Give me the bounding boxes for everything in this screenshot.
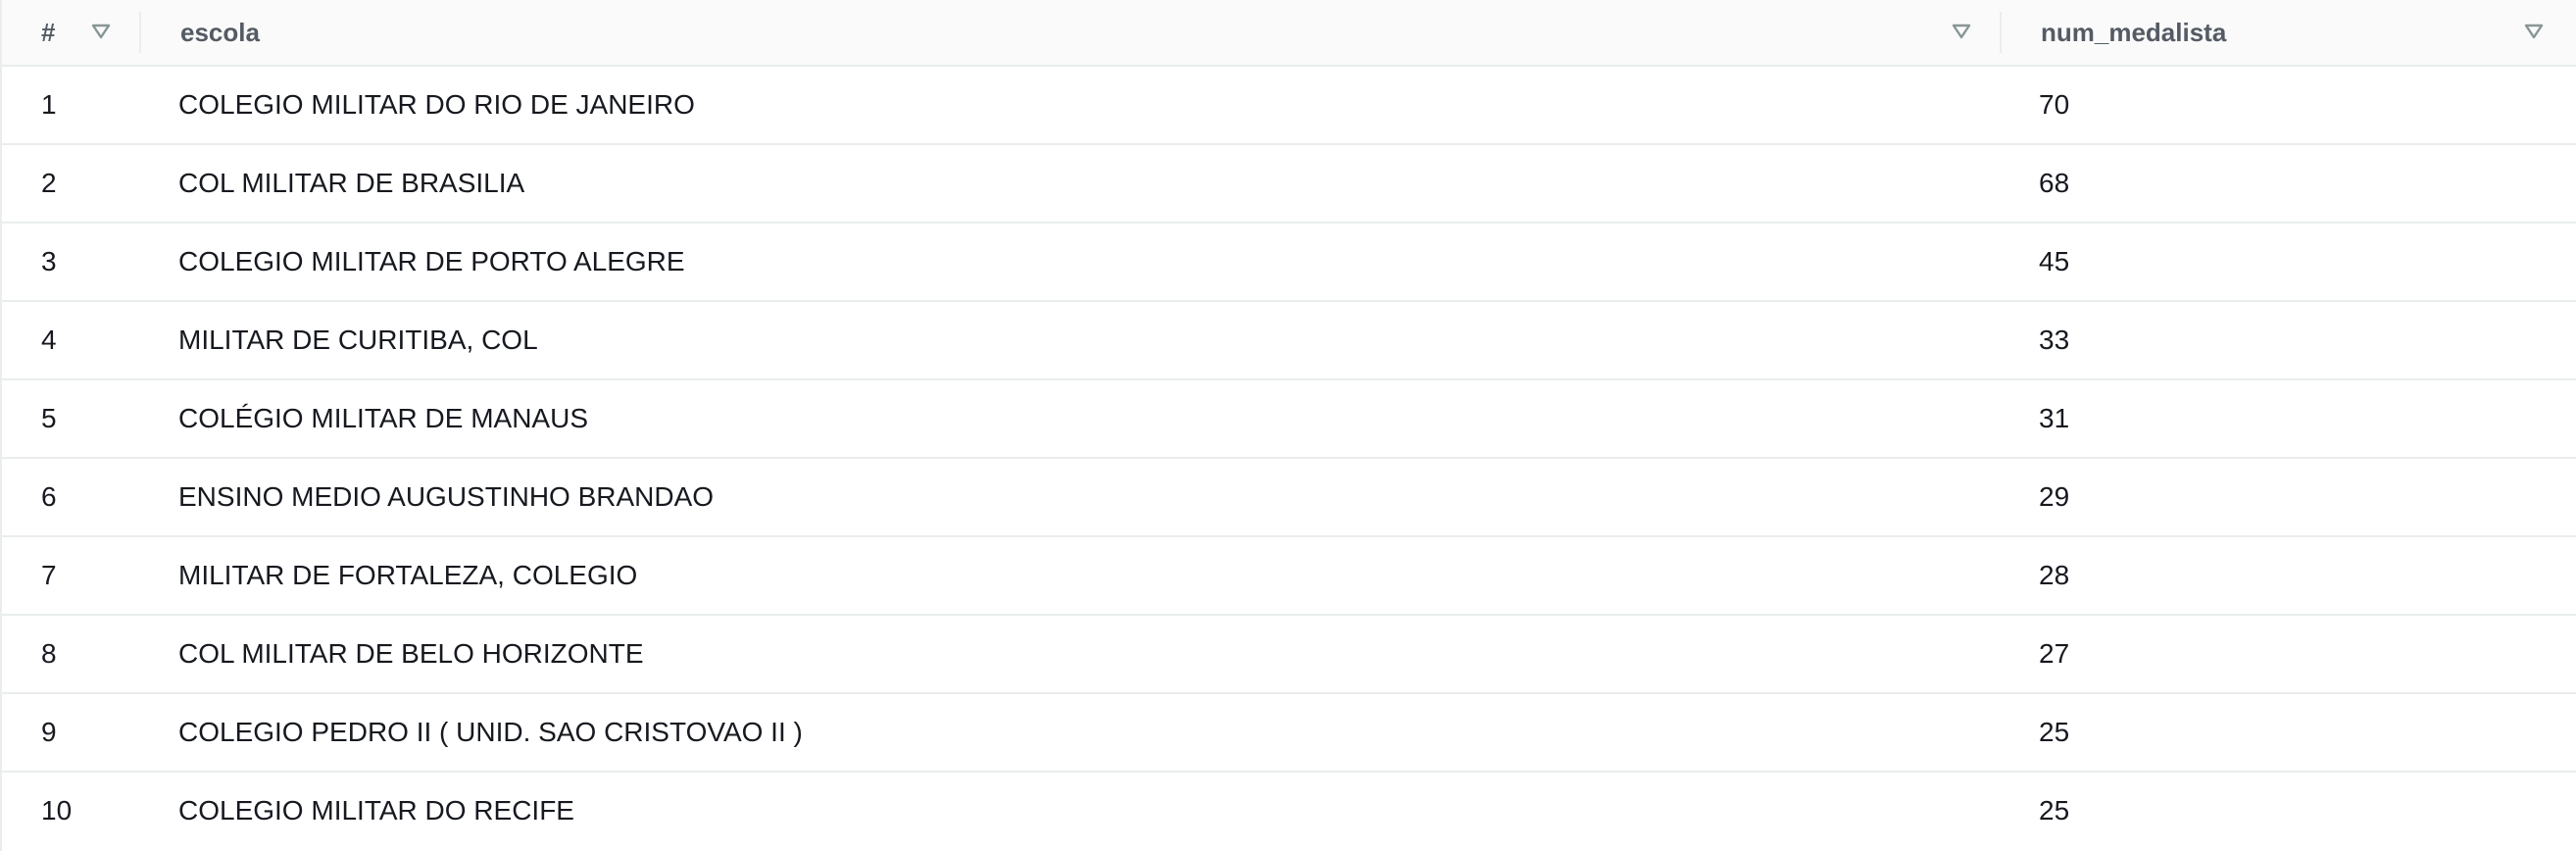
- row-index: 4: [41, 325, 57, 355]
- cell-num-medalista: 68: [2039, 168, 2070, 198]
- cell-num-medalista: 31: [2039, 403, 2070, 433]
- cell-escola: COLEGIO MILITAR DO RECIFE: [178, 795, 574, 826]
- row-index: 9: [41, 717, 57, 747]
- table-row[interactable]: 1 COLEGIO MILITAR DO RIO DE JANEIRO 70: [2, 67, 2576, 145]
- row-index: 1: [41, 89, 57, 120]
- table-row[interactable]: 5 COLÉGIO MILITAR DE MANAUS 31: [2, 380, 2576, 459]
- sort-triangle-icon[interactable]: [90, 22, 112, 41]
- cell-num-medalista: 28: [2039, 560, 2070, 590]
- cell-escola: COLEGIO PEDRO II ( UNID. SAO CRISTOVAO I…: [178, 717, 803, 747]
- column-header-index[interactable]: #: [41, 0, 55, 65]
- row-index: 2: [41, 168, 57, 198]
- table-row[interactable]: 10 COLEGIO MILITAR DO RECIFE 25: [2, 773, 2576, 851]
- row-index: 3: [41, 246, 57, 276]
- cell-escola: COLEGIO MILITAR DO RIO DE JANEIRO: [178, 89, 695, 120]
- cell-num-medalista: 70: [2039, 89, 2070, 120]
- cell-escola: ENSINO MEDIO AUGUSTINHO BRANDAO: [178, 481, 715, 512]
- row-index: 6: [41, 481, 57, 512]
- results-table: # escola num_medalista 1 COLEGIO MILITAR…: [0, 0, 2576, 851]
- table-row[interactable]: 2 COL MILITAR DE BRASILIA 68: [2, 145, 2576, 224]
- column-divider[interactable]: [139, 12, 141, 53]
- table-row[interactable]: 3 COLEGIO MILITAR DE PORTO ALEGRE 45: [2, 224, 2576, 302]
- sort-triangle-icon[interactable]: [2523, 22, 2545, 41]
- column-header-label: num_medalista: [2041, 17, 2227, 47]
- table-row[interactable]: 6 ENSINO MEDIO AUGUSTINHO BRANDAO 29: [2, 459, 2576, 537]
- cell-num-medalista: 27: [2039, 638, 2070, 669]
- cell-escola: COL MILITAR DE BRASILIA: [178, 168, 525, 198]
- table-row[interactable]: 8 COL MILITAR DE BELO HORIZONTE 27: [2, 616, 2576, 694]
- row-index: 5: [41, 403, 57, 433]
- cell-escola: COLEGIO MILITAR DE PORTO ALEGRE: [178, 246, 685, 276]
- cell-escola: COLÉGIO MILITAR DE MANAUS: [178, 403, 588, 433]
- cell-escola: MILITAR DE FORTALEZA, COLEGIO: [178, 560, 638, 590]
- cell-num-medalista: 25: [2039, 795, 2070, 826]
- row-index: 8: [41, 638, 57, 669]
- cell-escola: COL MILITAR DE BELO HORIZONTE: [178, 638, 644, 669]
- cell-escola: MILITAR DE CURITIBA, COL: [178, 325, 538, 355]
- cell-num-medalista: 25: [2039, 717, 2070, 747]
- column-header-num-medalista[interactable]: num_medalista: [2041, 0, 2226, 65]
- cell-num-medalista: 33: [2039, 325, 2070, 355]
- row-index: 7: [41, 560, 57, 590]
- column-header-escola[interactable]: escola: [180, 0, 260, 65]
- table-header: # escola num_medalista: [2, 0, 2576, 67]
- cell-num-medalista: 29: [2039, 481, 2070, 512]
- column-header-label: #: [41, 17, 56, 47]
- column-header-label: escola: [180, 17, 260, 47]
- table-row[interactable]: 4 MILITAR DE CURITIBA, COL 33: [2, 302, 2576, 380]
- sort-triangle-icon[interactable]: [1951, 22, 1972, 41]
- table-row[interactable]: 7 MILITAR DE FORTALEZA, COLEGIO 28: [2, 537, 2576, 616]
- row-index: 10: [41, 795, 73, 826]
- cell-num-medalista: 45: [2039, 246, 2070, 276]
- column-divider[interactable]: [2000, 12, 2002, 53]
- table-body: 1 COLEGIO MILITAR DO RIO DE JANEIRO 70 2…: [2, 67, 2576, 851]
- table-row[interactable]: 9 COLEGIO PEDRO II ( UNID. SAO CRISTOVAO…: [2, 694, 2576, 773]
